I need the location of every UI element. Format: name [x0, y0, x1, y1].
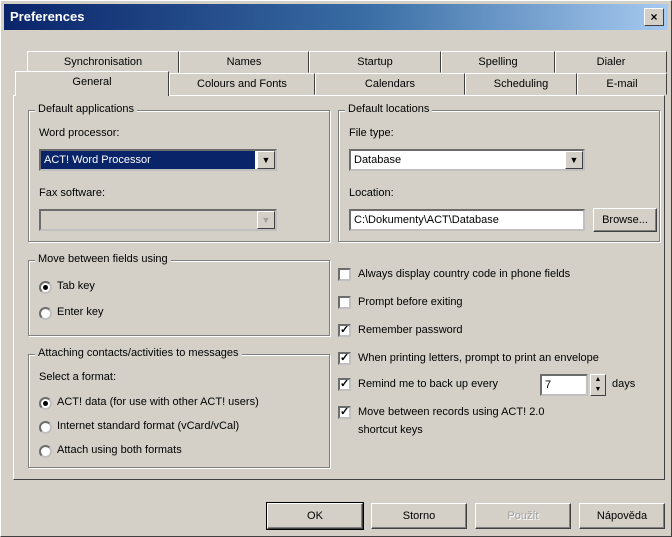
act-shortcut-keys-checkbox[interactable]: ✓: [338, 406, 351, 419]
country-code-label: Always display country code in phone fie…: [358, 268, 571, 280]
chevron-down-icon[interactable]: ▼: [257, 211, 275, 229]
backup-reminder-label: Remind me to back up every: [358, 378, 499, 390]
tab-spelling[interactable]: Spelling: [441, 51, 555, 73]
tab-e-mail[interactable]: E-mail: [577, 73, 667, 95]
word-processor-value: ACT! Word Processor: [41, 151, 255, 169]
tab-names[interactable]: Names: [179, 51, 309, 73]
file-type-label: File type:: [349, 127, 394, 139]
enter-key-radio[interactable]: [39, 307, 52, 320]
tab-synchronisation[interactable]: Synchronisation: [27, 51, 179, 73]
ok-button[interactable]: OK: [266, 502, 364, 530]
apply-button[interactable]: Použít: [475, 503, 571, 529]
default-locations-group: Default locations File type: Database ▼ …: [338, 103, 660, 242]
backup-days-unit: days: [612, 378, 636, 390]
move-between-fields-legend: Move between fields using: [35, 253, 171, 265]
backup-days-spinner[interactable]: ▲ ▼: [590, 374, 606, 396]
default-locations-legend: Default locations: [345, 103, 433, 115]
tab-dialer[interactable]: Dialer: [555, 51, 667, 73]
preferences-window: Preferences × Synchronisation Names Star…: [0, 0, 672, 537]
fax-software-label: Fax software:: [39, 187, 106, 199]
location-input[interactable]: C:\Dokumenty\ACT\Database: [349, 209, 585, 231]
fax-software-dropdown[interactable]: ▼: [39, 209, 277, 231]
default-applications-legend: Default applications: [35, 103, 138, 115]
close-button[interactable]: ×: [644, 8, 664, 26]
backup-days-input[interactable]: 7: [540, 374, 588, 396]
attaching-contacts-group: Attaching contacts/activities to message…: [28, 347, 330, 468]
attaching-contacts-legend: Attaching contacts/activities to message…: [35, 347, 242, 359]
act-shortcut-keys-label: Move between records using ACT! 2.0: [358, 406, 545, 418]
both-formats-radio[interactable]: [39, 445, 52, 458]
enter-key-label: Enter key: [57, 306, 104, 318]
default-applications-group: Default applications Word processor: ACT…: [28, 103, 330, 242]
tab-calendars[interactable]: Calendars: [315, 73, 465, 95]
tab-key-radio[interactable]: [39, 281, 52, 294]
title-bar: Preferences ×: [4, 4, 668, 30]
tab-startup[interactable]: Startup: [309, 51, 441, 73]
envelope-prompt-label: When printing letters, prompt to print a…: [358, 352, 599, 364]
file-type-dropdown[interactable]: Database ▼: [349, 149, 585, 171]
tab-key-label: Tab key: [57, 280, 95, 292]
remember-password-label: Remember password: [358, 324, 463, 336]
location-label: Location:: [349, 187, 394, 199]
act-data-radio[interactable]: [39, 397, 52, 410]
internet-standard-label: Internet standard format (vCard/vCal): [57, 420, 240, 432]
file-type-value: Database: [354, 154, 402, 166]
tab-colours-and-fonts[interactable]: Colours and Fonts: [169, 73, 315, 95]
country-code-checkbox[interactable]: [338, 268, 351, 281]
cancel-button[interactable]: Storno: [371, 503, 467, 529]
internet-standard-radio[interactable]: [39, 421, 52, 434]
tab-scheduling[interactable]: Scheduling: [465, 73, 577, 95]
word-processor-label: Word processor:: [39, 127, 120, 139]
select-format-label: Select a format:: [39, 371, 117, 383]
envelope-prompt-checkbox[interactable]: ✓: [338, 352, 351, 365]
help-button[interactable]: Nápověda: [579, 503, 665, 529]
window-title: Preferences: [10, 9, 85, 24]
chevron-down-icon[interactable]: ▼: [565, 151, 583, 169]
backup-reminder-checkbox[interactable]: ✓: [338, 378, 351, 391]
fax-software-value: [41, 211, 255, 229]
browse-button[interactable]: Browse...: [593, 208, 657, 232]
prompt-exit-checkbox[interactable]: [338, 296, 351, 309]
chevron-down-icon[interactable]: ▼: [257, 151, 275, 169]
act-data-label: ACT! data (for use with other ACT! users…: [57, 396, 259, 408]
move-between-fields-group: Move between fields using Tab key Enter …: [28, 253, 330, 336]
act-shortcut-keys-label-line2: shortcut keys: [358, 424, 423, 436]
general-tab-panel: Default applications Word processor: ACT…: [13, 95, 665, 480]
remember-password-checkbox[interactable]: ✓: [338, 324, 351, 337]
tab-general[interactable]: General: [15, 71, 169, 96]
both-formats-label: Attach using both formats: [57, 444, 182, 456]
prompt-exit-label: Prompt before exiting: [358, 296, 463, 308]
word-processor-dropdown[interactable]: ACT! Word Processor ▼: [39, 149, 277, 171]
